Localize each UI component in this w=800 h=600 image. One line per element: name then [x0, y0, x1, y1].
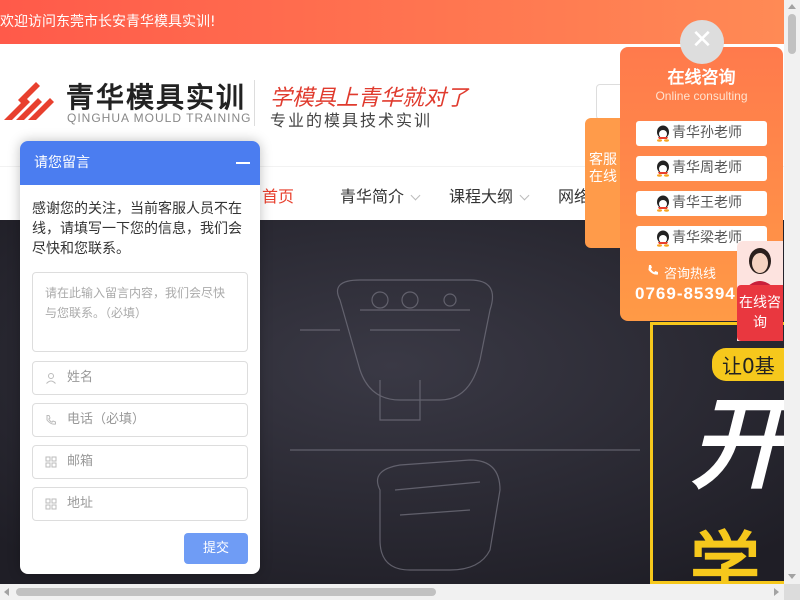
scroll-down-icon[interactable]	[788, 574, 796, 579]
brand-name[interactable]: 青华模具实训	[66, 76, 246, 116]
nav-item-home[interactable]: 首页	[262, 183, 294, 207]
horizontal-scrollbar[interactable]	[0, 584, 784, 600]
scroll-thumb[interactable]	[788, 14, 796, 54]
teacher-name: 青华王老师	[672, 195, 742, 211]
grid-icon	[45, 498, 57, 510]
qq-icon	[657, 195, 669, 212]
address-field[interactable]: 地址	[32, 487, 248, 521]
teacher-button[interactable]: 青华周老师	[636, 156, 767, 181]
scroll-left-icon[interactable]	[4, 588, 9, 596]
logo-icon[interactable]	[4, 80, 56, 120]
consult-title: 在线咨询	[667, 68, 736, 88]
hero-badge: 让0基	[712, 348, 785, 381]
online-chat-tab[interactable]: 在线咨询	[737, 285, 783, 341]
scroll-thumb[interactable]	[16, 588, 436, 596]
scrollbar-corner	[784, 584, 800, 600]
scroll-up-icon[interactable]	[788, 4, 796, 9]
welcome-text: 欢迎访问东莞市长安青华模具实训!	[0, 14, 216, 30]
top-welcome-bar: 欢迎访问东莞市长安青华模具实训!	[0, 0, 784, 44]
nav-label: 课程大纲	[449, 187, 514, 206]
consult-subtitle: Online consulting	[655, 89, 748, 103]
brand-name-en: QINGHUA MOULD TRAINING	[67, 111, 252, 125]
teacher-button[interactable]: 青华王老师	[636, 191, 767, 216]
field-placeholder: 电话（必填）	[67, 412, 146, 427]
email-field[interactable]: 邮箱	[32, 445, 248, 479]
teacher-name: 青华周老师	[672, 160, 742, 176]
teacher-name: 青华孙老师	[672, 125, 742, 141]
nav-item-courses[interactable]: 课程大纲	[449, 183, 530, 207]
chevron-down-icon	[410, 190, 421, 201]
submit-button[interactable]: 提交	[184, 533, 248, 564]
header-divider	[254, 80, 255, 126]
leave-message-panel: 请您留言 感谢您的关注，当前客服人员不在线，请填写一下您的信息，我们会尽快和您联…	[20, 141, 260, 574]
field-placeholder: 邮箱	[67, 454, 94, 469]
close-icon[interactable]: ✕	[680, 20, 724, 64]
teacher-button[interactable]: 青华孙老师	[636, 121, 767, 146]
message-panel-header[interactable]: 请您留言	[20, 141, 260, 185]
slogan-sub: 专业的模具技术实训	[270, 111, 433, 130]
phone-field[interactable]: 电话（必填）	[32, 403, 248, 437]
qq-icon	[657, 230, 669, 247]
minimize-icon[interactable]	[236, 162, 250, 164]
hotline-number[interactable]: 0769-85394	[635, 284, 736, 304]
hero-headline: 开	[690, 386, 790, 503]
qq-icon	[657, 160, 669, 177]
grid-icon	[45, 456, 57, 468]
service-online-tab[interactable]: 客服在线	[585, 118, 621, 248]
nav-item-about[interactable]: 青华简介	[340, 183, 421, 207]
field-placeholder: 姓名	[67, 370, 94, 385]
nav-label: 青华简介	[340, 187, 405, 206]
teacher-name: 青华梁老师	[672, 230, 742, 246]
message-content-textarea[interactable]: 请在此输入留言内容，我们会尽快与您联系。（必填）	[32, 272, 248, 352]
message-panel-title: 请您留言	[34, 155, 90, 171]
scroll-right-icon[interactable]	[774, 588, 779, 596]
hotline-label: 咨询热线	[664, 267, 717, 282]
phone-icon	[46, 415, 56, 425]
phone-icon	[648, 265, 658, 275]
nav-label: 首页	[262, 187, 295, 206]
name-field[interactable]: 姓名	[32, 361, 248, 395]
user-icon	[46, 373, 56, 384]
chevron-down-icon	[519, 190, 530, 201]
field-placeholder: 地址	[67, 496, 94, 511]
vertical-scrollbar[interactable]	[784, 0, 800, 584]
qq-icon	[657, 125, 669, 142]
